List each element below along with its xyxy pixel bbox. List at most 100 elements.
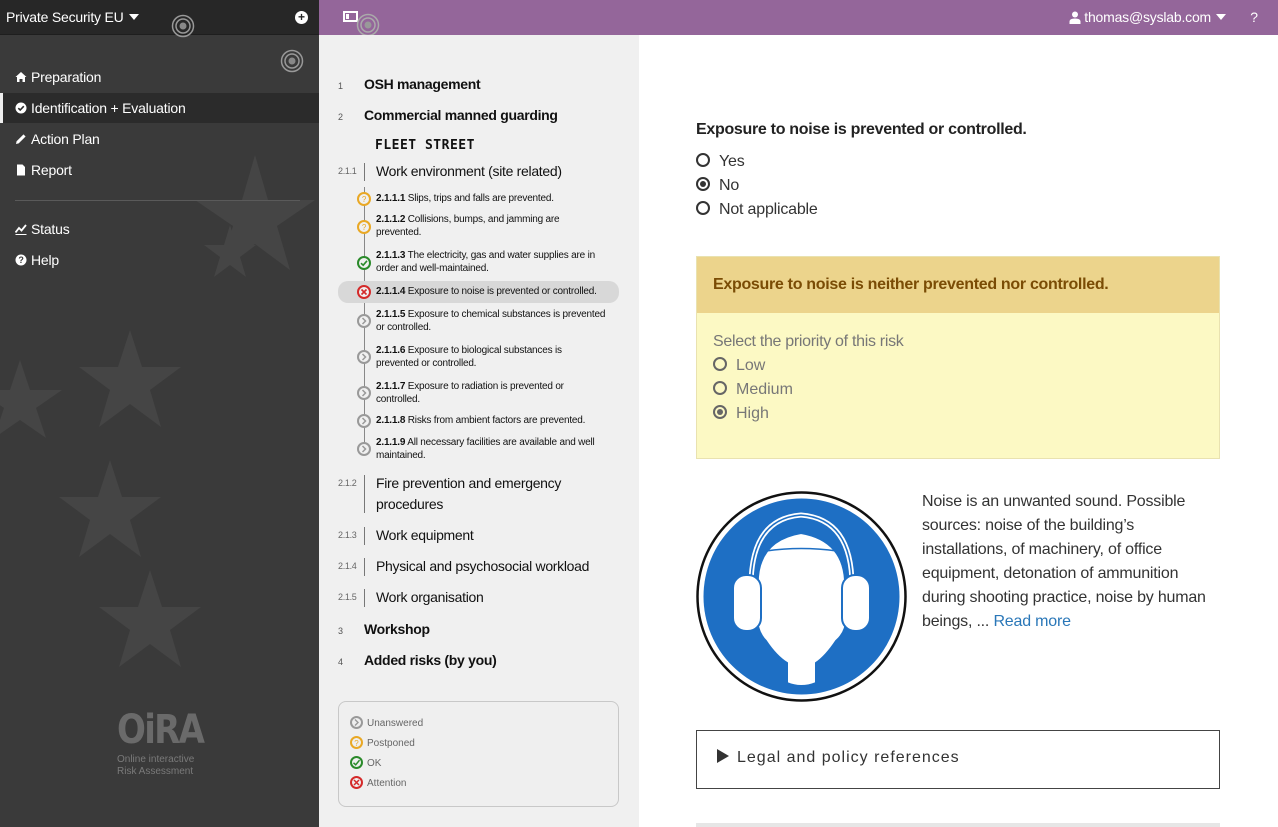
risk-number: 2.1.1.7 (376, 381, 406, 392)
tree-submodule[interactable]: 2.1.2 Fire prevention and emergency proc… (338, 473, 619, 515)
add-session-button[interactable]: + (295, 11, 308, 24)
unanswered-icon (357, 442, 371, 456)
tree-module[interactable]: 4 Added risks (by you) (338, 652, 497, 668)
help-button[interactable]: ? (1250, 9, 1258, 25)
radio-button-selected[interactable] (713, 405, 727, 419)
tree-submodule[interactable]: 2.1.3 Work equipment (338, 525, 619, 546)
risk-number: 2.1.1.2 (376, 214, 406, 225)
risk-number: 2.1.1.9 (376, 437, 406, 448)
ok-icon (357, 256, 371, 270)
answer-not-applicable[interactable]: Not applicable (696, 201, 818, 219)
hotspot-target-icon (171, 14, 195, 38)
read-more-link[interactable]: Read more (993, 613, 1071, 630)
logo-wordmark: OiRA (117, 707, 205, 753)
tree-risk-item[interactable]: 2.1.1.6 Exposure to biological substance… (338, 343, 619, 373)
priority-high[interactable]: High (713, 405, 769, 423)
caret-down-icon (1216, 14, 1226, 20)
problem-statement: Exposure to noise is neither prevented n… (713, 276, 1109, 293)
tree-risk-item[interactable]: 2.1.1.7 Exposure to radiation is prevent… (338, 379, 619, 409)
postponed-icon: ? (357, 220, 371, 234)
sidebar-item-report[interactable]: Report (0, 155, 319, 185)
priority-medium[interactable]: Medium (713, 381, 793, 399)
hearing-protection-pictogram (696, 491, 907, 702)
tree-risk-item-current[interactable]: 2.1.1.4 Exposure to noise is prevented o… (338, 281, 619, 303)
submodule-bar (364, 589, 365, 607)
submodule-bar (364, 558, 365, 576)
tree-submodule[interactable]: 2.1.4 Physical and psychosocial workload (338, 556, 619, 577)
sidebar-item-preparation[interactable]: Preparation (0, 62, 319, 92)
risk-title: The electricity, gas and water supplies … (376, 250, 595, 274)
sidebar-item-label: Help (31, 252, 59, 268)
radio-button-selected[interactable] (696, 177, 710, 191)
sidebar-item-label: Identification + Evaluation (31, 100, 186, 116)
legal-references-toggle[interactable]: Legal and policy references (717, 749, 960, 767)
tree-risk-item[interactable]: ? 2.1.1.2 Collisions, bumps, and jamming… (338, 212, 619, 242)
sidebar-item-label: Action Plan (31, 131, 100, 147)
risk-information: Noise is an unwanted sound. Possible sou… (922, 490, 1222, 634)
answer-yes[interactable]: Yes (696, 153, 745, 171)
radio-button[interactable] (713, 381, 727, 395)
tree-module[interactable]: 3 Workshop (338, 621, 430, 637)
home-icon (15, 72, 27, 82)
module-number: 1 (338, 81, 343, 91)
risk-number: 2.1.1.6 (376, 345, 406, 356)
submodule-number: 2.1.2 (338, 478, 357, 488)
tool-name: Private Security EU (6, 9, 124, 25)
sidebar-item-label: Preparation (31, 69, 102, 85)
svg-text:?: ? (18, 255, 23, 265)
tree-risk-item[interactable]: 2.1.1.3 The electricity, gas and water s… (338, 248, 619, 278)
tree-risk-item[interactable]: 2.1.1.8 Risks from ambient factors are p… (338, 412, 619, 429)
chart-icon (15, 224, 27, 235)
radio-button[interactable] (713, 357, 727, 371)
postponed-icon: ? (350, 736, 363, 749)
legal-references-title: Legal and policy references (737, 749, 960, 766)
risk-label: 2.1.1.7 Exposure to radiation is prevent… (376, 380, 606, 406)
risk-question: Exposure to noise is prevented or contro… (696, 121, 1027, 138)
submodule-bar (364, 163, 365, 181)
risk-number: 2.1.1.3 (376, 250, 406, 261)
user-menu[interactable]: thomas@syslab.com (1069, 9, 1226, 25)
risk-number: 2.1.1.1 (376, 193, 406, 204)
svg-text:?: ? (362, 223, 367, 231)
question-circle-icon: ? (15, 254, 27, 266)
radio-button[interactable] (696, 153, 710, 167)
risk-label: 2.1.1.5 Exposure to chemical substances … (376, 308, 606, 334)
priority-option-label: Low (736, 357, 766, 374)
sidebar-item-label: Report (31, 162, 72, 178)
tree-submodule[interactable]: 2.1.5 Work organisation (338, 587, 619, 608)
unanswered-icon (357, 350, 371, 364)
sidebar-item-status[interactable]: Status (0, 214, 319, 244)
legal-references-panel[interactable]: Legal and policy references (696, 730, 1220, 789)
answer-label: No (719, 177, 740, 194)
tree-risk-item[interactable]: 2.1.1.5 Exposure to chemical substances … (338, 307, 619, 337)
sidebar-item-identification[interactable]: Identification + Evaluation (0, 93, 319, 123)
legend-item: ? Postponed (350, 736, 415, 749)
risk-label: 2.1.1.4 Exposure to noise is prevented o… (376, 285, 606, 298)
legend-item: Unanswered (350, 716, 423, 729)
tree-module[interactable]: 2 Commercial manned guarding (338, 107, 558, 123)
tree-module[interactable]: 1 OSH management (338, 76, 481, 92)
tool-switcher[interactable]: Private Security EU (6, 9, 139, 25)
oira-logo: OiRA Online interactive Risk Assessment (117, 708, 218, 778)
tree-risk-item[interactable]: ? 2.1.1.1 Slips, trips and falls are pre… (338, 190, 619, 207)
logo-line-2: Risk Assessment (117, 766, 194, 777)
tree-risk-item[interactable]: 2.1.1.9 All necessary facilities are ava… (338, 435, 619, 465)
priority-option-label: Medium (736, 381, 793, 398)
priority-low[interactable]: Low (713, 357, 765, 375)
risk-title: Slips, trips and falls are prevented. (407, 193, 554, 204)
tree-submodule[interactable]: 2.1.1 Work environment (site related) (338, 161, 619, 182)
risk-title: Exposure to radiation is prevented or co… (376, 381, 564, 405)
profile-question-title: FLEET STREET (375, 138, 475, 153)
risk-label: 2.1.1.1 Slips, trips and falls are preve… (376, 192, 606, 205)
risk-title: Risks from ambient factors are prevented… (407, 415, 586, 426)
sidebar-item-action-plan[interactable]: Action Plan (0, 124, 319, 154)
radio-button[interactable] (696, 201, 710, 215)
risk-label: 2.1.1.3 The electricity, gas and water s… (376, 249, 606, 275)
risk-label: 2.1.1.2 Collisions, bumps, and jamming a… (376, 213, 606, 239)
hotspot-target-icon (356, 13, 380, 37)
user-icon (1069, 11, 1081, 24)
sidebar-item-help[interactable]: ? Help (0, 245, 319, 275)
answer-no[interactable]: No (696, 177, 739, 195)
risk-title: Exposure to noise is prevented or contro… (407, 286, 597, 297)
submodule-bar (364, 475, 365, 513)
